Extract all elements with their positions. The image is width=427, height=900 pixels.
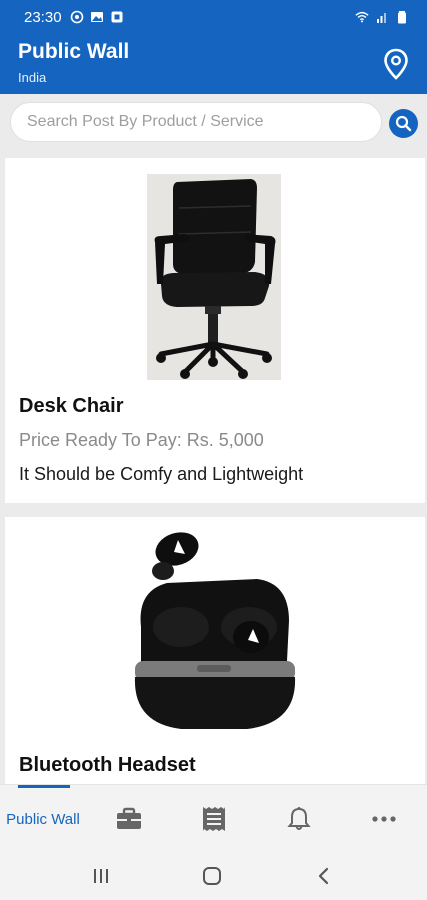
tab-more[interactable]: [341, 785, 427, 853]
list-document-icon: [202, 807, 225, 831]
bottom-navigation: Public Wall: [0, 784, 427, 852]
signal-icon: [377, 13, 386, 23]
system-navigation-bar: [0, 852, 427, 900]
page-title: Public Wall: [18, 40, 130, 63]
search-icon: [395, 115, 412, 132]
location-subtitle: India: [18, 70, 47, 85]
back-icon[interactable]: [312, 864, 336, 888]
post-price: Price Ready To Pay: Rs. 5,000: [19, 430, 264, 450]
desk-chair-image: [147, 174, 281, 380]
app-bar: Public Wall India: [0, 34, 427, 94]
post-card[interactable]: Desk Chair Price Ready To Pay: Rs. 5,000…: [5, 158, 425, 503]
search-row: [0, 94, 427, 152]
search-button[interactable]: [389, 109, 418, 138]
bell-icon: [286, 807, 311, 830]
tab-services[interactable]: [86, 785, 171, 853]
recent-apps-icon[interactable]: [89, 864, 113, 888]
more-horizontal-icon: [372, 816, 396, 822]
tab-posts-list[interactable]: [171, 785, 256, 853]
vpn-icon: [70, 10, 83, 24]
post-title: Bluetooth Headset: [19, 754, 196, 776]
briefcase-icon: [116, 807, 141, 829]
notification-app-icon: [111, 11, 123, 23]
wifi-icon: [355, 11, 369, 23]
home-icon[interactable]: [200, 864, 224, 888]
battery-icon: [398, 11, 406, 24]
status-bar: 23:30: [0, 0, 427, 34]
location-pin-icon[interactable]: [383, 48, 409, 80]
tab-notifications[interactable]: [256, 785, 341, 853]
post-title: Desk Chair: [19, 395, 124, 417]
earbuds-image: [127, 531, 299, 741]
image-icon: [90, 12, 103, 22]
search-input[interactable]: [10, 102, 382, 142]
status-time: 23:30: [24, 8, 62, 26]
post-description: It Should be Comfy and Lightweight: [19, 464, 304, 484]
post-card[interactable]: Bluetooth Headset: [5, 517, 425, 787]
tab-public-wall[interactable]: Public Wall: [0, 785, 86, 853]
